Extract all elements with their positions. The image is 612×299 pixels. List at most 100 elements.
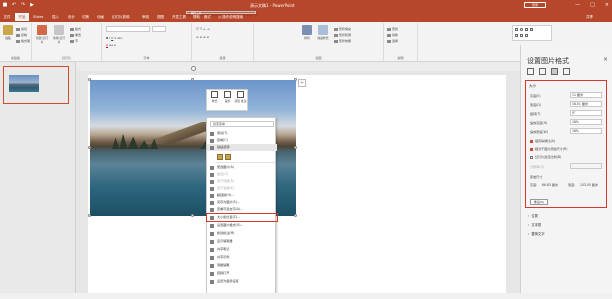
quick-styles-button[interactable]: 快速样式 xyxy=(316,25,330,40)
tab-view[interactable]: 视图 xyxy=(157,13,164,21)
menu-item-adjust[interactable]: 调整缩略 xyxy=(207,262,277,269)
textbox-section[interactable]: 文本框 xyxy=(528,222,541,227)
select-button[interactable]: 选择 xyxy=(387,39,398,43)
new-comment-button[interactable]: 新建 批注 xyxy=(234,91,247,103)
shape-fill-button[interactable]: 形状填充 xyxy=(334,27,351,31)
menu-item-copy[interactable]: 复制(C) xyxy=(207,137,277,144)
resize-handle[interactable] xyxy=(294,214,297,217)
menu-item-group[interactable]: 组合(G) xyxy=(207,171,277,178)
close-button[interactable]: × xyxy=(605,2,609,8)
font-name-box[interactable] xyxy=(106,26,150,32)
layout-button[interactable]: 版式 xyxy=(70,27,81,31)
tab-format[interactable]: 格式 xyxy=(204,13,211,21)
underline-icon[interactable]: U xyxy=(111,36,113,40)
effects-icon[interactable] xyxy=(539,68,546,75)
clear-format-icon[interactable]: A xyxy=(114,43,116,47)
arrange-button[interactable]: 排列 xyxy=(300,25,314,40)
paste-button[interactable]: 粘贴 xyxy=(1,25,15,40)
resize-handle[interactable] xyxy=(191,78,194,81)
tell-me-box[interactable]: ◎ 操作说明搜索 xyxy=(218,13,243,21)
relative-original-checkbox[interactable]: 相对于图片原始尺寸(R) xyxy=(530,146,567,151)
shape-outline-button[interactable]: 形状轮廓 xyxy=(334,33,351,37)
rotate-handle[interactable] xyxy=(191,66,196,71)
tab-slideshow[interactable]: 幻灯片放映 xyxy=(112,13,130,21)
crop-button[interactable]: 裁剪 xyxy=(221,91,234,103)
strikethrough-icon[interactable]: abc xyxy=(117,36,122,40)
resolution-select[interactable] xyxy=(570,163,602,169)
resize-handle[interactable] xyxy=(88,78,91,81)
decrease-indent-icon[interactable]: ⇤ xyxy=(203,27,206,31)
tab-review[interactable]: 审阅 xyxy=(142,13,149,21)
menu-item-open-link[interactable]: 链接打开 xyxy=(207,270,277,277)
menu-item-send-to-back[interactable]: 置于底层(K) xyxy=(207,185,277,192)
tab-file[interactable]: 文件 xyxy=(0,13,14,21)
maximize-button[interactable]: □ xyxy=(590,2,595,8)
copy-button[interactable]: 复制 xyxy=(16,33,27,37)
rectangle-icon[interactable] xyxy=(515,28,518,31)
sign-in-button[interactable]: 登录 xyxy=(524,2,546,8)
star-icon[interactable] xyxy=(525,34,528,37)
slide-thumbnail-1[interactable] xyxy=(3,66,69,104)
start-from-beginning-icon[interactable]: ▶ xyxy=(29,2,35,8)
arrow-icon[interactable] xyxy=(530,28,533,31)
resize-handle[interactable] xyxy=(294,146,297,149)
resize-handle[interactable] xyxy=(294,78,297,81)
layout-options-icon[interactable]: + xyxy=(298,79,306,87)
line-icon[interactable] xyxy=(525,28,528,31)
picture-icon[interactable] xyxy=(563,68,570,75)
align-buttons[interactable]: ≡ ≡ ≡ ≡ xyxy=(196,35,209,39)
align-center-icon[interactable]: ≡ xyxy=(199,35,202,39)
size-section-header[interactable]: 大小 xyxy=(529,84,536,89)
tab-home[interactable]: 开始 xyxy=(15,13,29,21)
shapes-gallery[interactable] xyxy=(512,25,552,41)
resize-handle[interactable] xyxy=(191,214,194,217)
menu-item-set-default[interactable]: 设置为备用设置 xyxy=(207,278,277,285)
section-button[interactable]: 节 xyxy=(70,39,78,43)
redo-icon[interactable]: ↷ xyxy=(20,2,26,8)
scale-height-input[interactable]: 16% xyxy=(570,119,602,125)
increase-indent-icon[interactable]: ⇥ xyxy=(207,27,210,31)
share-button[interactable]: 共享 xyxy=(586,13,593,21)
highlight-icon[interactable]: Aa xyxy=(109,43,113,47)
menu-item-change-picture[interactable]: 更改图片(A) xyxy=(207,164,277,171)
menu-item-bring-to-front[interactable]: 置于顶层(R) xyxy=(207,178,277,185)
list-buttons[interactable]: ☰ ☷ ⇤ ⇥ xyxy=(196,27,209,31)
menu-item-alt-text[interactable]: 查看可选文字(A)... xyxy=(207,206,277,213)
pane-close-button[interactable]: × xyxy=(603,56,608,63)
replace-button[interactable]: 替换 xyxy=(387,33,398,37)
justify-icon[interactable]: ≡ xyxy=(206,35,209,39)
tab-insert[interactable]: 插入 xyxy=(52,13,59,21)
lock-aspect-checkbox[interactable]: 锁定纵横比(A) xyxy=(530,138,555,143)
menu-item-paste-options[interactable]: 粘贴选项: xyxy=(207,144,277,151)
rounded-rect-icon[interactable] xyxy=(520,34,523,37)
cut-button[interactable]: 剪切 xyxy=(16,27,27,31)
reset-size-button[interactable]: 重设(S) xyxy=(530,199,548,205)
new-slide-button[interactable]: 新建 幻灯片 xyxy=(35,25,49,44)
menu-item-share-example[interactable]: 共享示例 xyxy=(207,254,277,261)
height-input[interactable]: 11 厘米 xyxy=(570,92,602,98)
font-color-buttons[interactable]: A Aa A xyxy=(106,43,116,48)
menu-item-save-as-picture[interactable]: 另存为图片(S)... xyxy=(207,199,277,206)
undo-icon[interactable]: ↶ xyxy=(11,2,17,8)
tab-slides[interactable]: Slides xyxy=(33,13,43,21)
width-input[interactable]: 16.51 厘米 xyxy=(570,101,602,107)
bold-icon[interactable]: B xyxy=(106,36,108,40)
save-icon[interactable]: ■ xyxy=(2,2,8,8)
reset-button[interactable]: 重置 xyxy=(70,33,81,37)
scale-width-input[interactable]: 16% xyxy=(570,128,602,134)
menu-search-input[interactable]: 搜索菜单 xyxy=(210,121,274,127)
menu-item-new-comment[interactable]: 新建批注(M) xyxy=(207,230,277,237)
font-color-icon[interactable]: A xyxy=(106,43,109,48)
shadow-icon[interactable]: S xyxy=(114,36,116,40)
size-properties-icon[interactable] xyxy=(551,68,558,75)
style-button[interactable]: 样式 xyxy=(208,91,221,103)
menu-item-cut[interactable]: 剪切(T) xyxy=(207,130,277,137)
menu-item-hyperlink[interactable]: 超链接(H)... xyxy=(207,192,277,199)
format-painter-button[interactable]: 格式刷 xyxy=(16,39,30,43)
find-button[interactable]: 查找 xyxy=(387,27,398,31)
menu-item-format-picture[interactable]: 设置图片格式(O)... xyxy=(207,222,277,229)
tab-design[interactable]: 设计 xyxy=(68,13,75,21)
best-scale-checkbox[interactable]: 幻灯片最佳比例(B) xyxy=(530,154,561,159)
triangle-icon[interactable] xyxy=(515,34,518,37)
position-section[interactable]: 位置 xyxy=(528,213,538,218)
